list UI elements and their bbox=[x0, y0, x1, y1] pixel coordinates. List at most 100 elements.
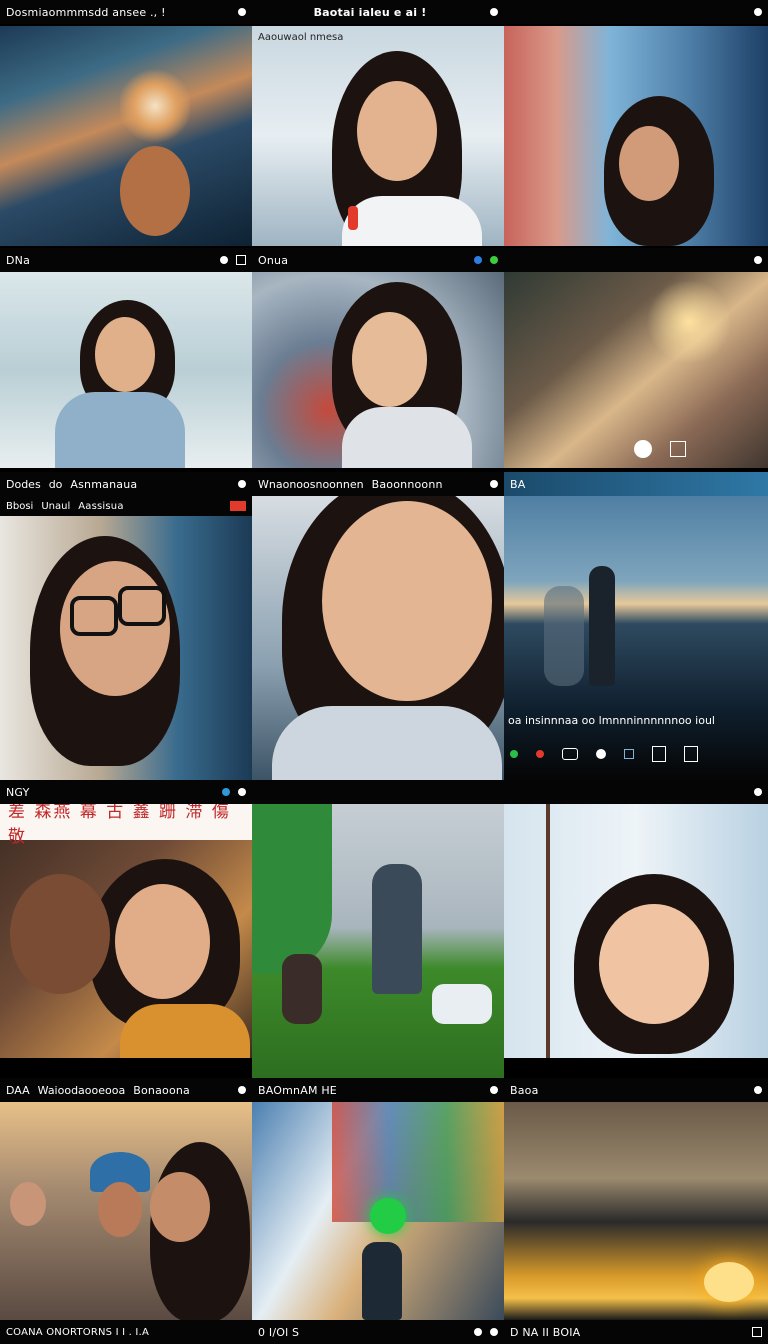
person-silhouette bbox=[362, 1242, 402, 1320]
record-icon[interactable] bbox=[490, 1086, 498, 1094]
person-silhouette bbox=[589, 566, 615, 686]
photo-tile-9[interactable]: oa insinnnaa oo lmnnninnnnnnoo ioul bbox=[504, 496, 768, 780]
play-icon[interactable] bbox=[596, 749, 606, 759]
pole bbox=[546, 804, 550, 1058]
child bbox=[282, 954, 322, 1024]
tile-toolbar-12 bbox=[504, 780, 768, 804]
tile-title-13: DAA bbox=[6, 1083, 30, 1097]
jacket bbox=[272, 706, 502, 780]
tile-label: Unaul bbox=[41, 500, 71, 512]
record-icon[interactable] bbox=[474, 1328, 482, 1336]
record-icon[interactable] bbox=[220, 256, 228, 264]
frame-icon[interactable] bbox=[652, 746, 666, 762]
blue-light-icon bbox=[222, 788, 230, 796]
face bbox=[98, 1182, 142, 1237]
face bbox=[10, 874, 110, 994]
tile-toolbar-3 bbox=[504, 0, 768, 24]
person-silhouette bbox=[544, 586, 584, 686]
smiling-face bbox=[599, 904, 709, 1024]
photo-tile-11[interactable] bbox=[252, 804, 504, 1078]
record-icon[interactable] bbox=[238, 1086, 246, 1094]
face bbox=[619, 126, 679, 201]
photo-tile-12[interactable] bbox=[504, 804, 768, 1058]
tile-title-17: 0 I/Ol S bbox=[258, 1325, 300, 1339]
tile-label: Aassisua bbox=[78, 500, 124, 512]
tile-toolbar-13: DAA Waioodaooeooa Bonaoona bbox=[0, 1078, 252, 1102]
record-icon[interactable] bbox=[238, 788, 246, 796]
overlay-controls bbox=[634, 440, 686, 458]
record-icon[interactable] bbox=[754, 256, 762, 264]
photo-tile-17[interactable] bbox=[252, 1102, 504, 1320]
tile-title-1: Dosmiaommmsdd ansee ., ! bbox=[6, 5, 166, 19]
tile-toolbar-15: Baoa bbox=[504, 1078, 768, 1102]
tile-toolbar-14: BAOmnAM HE bbox=[252, 1078, 504, 1102]
tree-foliage bbox=[252, 804, 332, 974]
rock bbox=[432, 984, 492, 1024]
tile-label: Bbosi bbox=[6, 500, 34, 512]
sweater bbox=[120, 1004, 250, 1058]
frame-icon[interactable] bbox=[752, 1327, 762, 1337]
tile-toolbar-2: Baotai ialeu e ai ! bbox=[252, 0, 504, 24]
record-icon[interactable] bbox=[754, 788, 762, 796]
tile-label: Waioodaooeooa bbox=[37, 1083, 126, 1097]
face bbox=[10, 1182, 46, 1226]
bookmark-icon[interactable] bbox=[624, 749, 634, 759]
photo-tile-3[interactable] bbox=[504, 26, 768, 246]
tile-toolbar-1: Dosmiaommmsdd ansee ., ! bbox=[0, 0, 252, 24]
photo-tile-6[interactable] bbox=[504, 272, 768, 468]
record-icon[interactable] bbox=[634, 440, 652, 458]
tile-toolbar-11 bbox=[252, 780, 504, 804]
red-dot-icon bbox=[536, 750, 544, 758]
light-flare bbox=[120, 66, 190, 146]
tile-title-14: BAOmnAM HE bbox=[258, 1083, 337, 1097]
tile-title-16: COANA ONORTORNS I I . I.A bbox=[6, 1326, 149, 1338]
tile-title-7: Dodes bbox=[6, 477, 41, 491]
frame-icon[interactable] bbox=[670, 441, 686, 457]
photo-tile-4[interactable] bbox=[0, 272, 252, 468]
green-light-icon bbox=[490, 256, 498, 264]
record-icon[interactable] bbox=[238, 480, 246, 488]
tile-toolbar-5: Onua bbox=[252, 248, 504, 272]
record-icon[interactable] bbox=[238, 8, 246, 16]
tile-toolbar-8: Wnaonoosnoonnen Baoonnoonn bbox=[252, 472, 504, 496]
glasses-lens-left bbox=[70, 596, 118, 636]
sun-glow bbox=[644, 282, 734, 362]
photo-tile-10[interactable]: 差 森燕 幕 古 鑫 跚 滞 傷 敬 bbox=[0, 804, 252, 1058]
light-burst bbox=[704, 1262, 754, 1302]
smiling-face bbox=[352, 312, 427, 407]
photo-tile-8[interactable] bbox=[252, 496, 504, 780]
tile-title-9: BA bbox=[510, 477, 526, 491]
record-icon[interactable] bbox=[754, 8, 762, 16]
playback-controls bbox=[510, 746, 698, 762]
photo-tile-16[interactable] bbox=[0, 1102, 252, 1320]
record-icon[interactable] bbox=[490, 8, 498, 16]
tile-caption: oa insinnnaa oo lmnnninnnnnnoo ioul bbox=[508, 714, 715, 727]
tile-toolbar-7: Dodes do Asnmanaua bbox=[0, 472, 252, 496]
caption-banner: 差 森燕 幕 古 鑫 跚 滞 傷 敬 bbox=[0, 804, 252, 847]
red-marker bbox=[348, 206, 358, 230]
photo-tile-18[interactable] bbox=[504, 1102, 768, 1320]
blue-light-icon bbox=[474, 256, 482, 264]
photo-tile-2[interactable]: Aaouwaol nmesa bbox=[252, 26, 504, 246]
rewind-icon[interactable] bbox=[562, 748, 578, 760]
tile-toolbar-17: 0 I/Ol S bbox=[252, 1320, 504, 1344]
photo-tile-5[interactable] bbox=[252, 272, 504, 468]
person bbox=[372, 864, 422, 994]
tile-toolbar-9: BA bbox=[504, 472, 768, 496]
smiling-face bbox=[322, 501, 492, 701]
tile-title-2: Baotai ialeu e ai ! bbox=[313, 5, 427, 19]
record-icon[interactable] bbox=[754, 1086, 762, 1094]
tile-title-4: DNa bbox=[6, 253, 31, 267]
record-icon[interactable] bbox=[490, 1328, 498, 1336]
mural bbox=[332, 1102, 504, 1222]
photo-grid: Dosmiaommmsdd ansee ., ! Baotai ialeu e … bbox=[0, 0, 768, 1344]
tile-label: Baoonnoonn bbox=[371, 477, 443, 491]
photo-tile-1[interactable] bbox=[0, 26, 252, 246]
tile-title-18: D NA II BOIA bbox=[510, 1325, 581, 1339]
face bbox=[120, 146, 190, 236]
fullscreen-icon[interactable] bbox=[684, 746, 698, 762]
record-icon[interactable] bbox=[490, 480, 498, 488]
photo-tile-7[interactable] bbox=[0, 516, 252, 780]
glasses-lens-right bbox=[118, 586, 166, 626]
stop-icon[interactable] bbox=[236, 255, 246, 265]
